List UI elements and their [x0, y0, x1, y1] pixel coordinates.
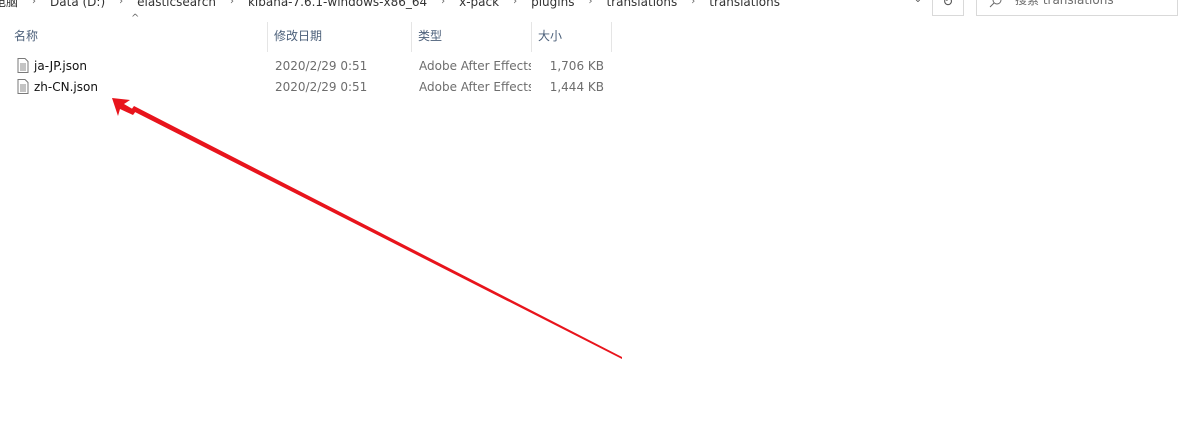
column-header-name[interactable]: 名称 [8, 22, 268, 52]
arrow-head [112, 98, 136, 116]
search-icon [989, 0, 1002, 8]
file-size: 1,444 KB [549, 80, 604, 94]
arrow-shaft [131, 106, 622, 359]
breadcrumb-separator-icon[interactable]: › [441, 0, 445, 7]
breadcrumb-separator-icon[interactable]: › [119, 0, 123, 7]
refresh-button[interactable]: ↻ [932, 0, 964, 16]
breadcrumb-separator-icon[interactable]: › [32, 0, 36, 7]
breadcrumb-item[interactable]: translations [606, 0, 677, 9]
breadcrumb-separator-icon[interactable]: › [588, 0, 592, 7]
file-explorer-window: 电脑 › Data (D:) › elasticsearch › kibana-… [0, 0, 1187, 430]
breadcrumb-separator-icon[interactable]: › [230, 0, 234, 7]
file-type: Adobe After Effects [419, 80, 531, 94]
file-size: 1,706 KB [549, 59, 604, 73]
breadcrumb-item[interactable]: translations [709, 0, 780, 9]
file-row[interactable]: ja-JP.json 2020/2/29 0:51 Adobe After Ef… [0, 56, 620, 77]
breadcrumb-item[interactable]: x-pack [459, 0, 499, 9]
breadcrumb-separator-icon[interactable]: › [513, 0, 517, 7]
breadcrumb: 电脑 › Data (D:) › elasticsearch › kibana-… [0, 0, 780, 10]
file-modified-date: 2020/2/29 0:51 [275, 59, 368, 73]
column-header-type[interactable]: 类型 [412, 22, 532, 52]
document-icon [17, 79, 29, 94]
column-header-row: ^ 名称 修改日期 类型 大小 [0, 13, 620, 52]
file-row[interactable]: zh-CN.json 2020/2/29 0:51 Adobe After Ef… [0, 77, 620, 98]
file-modified-date: 2020/2/29 0:51 [275, 80, 368, 94]
breadcrumb-item[interactable]: elasticsearch [137, 0, 216, 9]
file-list: ja-JP.json 2020/2/29 0:51 Adobe After Ef… [0, 56, 620, 98]
address-bar[interactable]: 电脑 › Data (D:) › elasticsearch › kibana-… [0, 0, 930, 16]
chevron-down-icon[interactable]: ⌄ [908, 0, 928, 10]
column-header-date[interactable]: 修改日期 [268, 22, 412, 52]
breadcrumb-separator-icon[interactable]: › [691, 0, 695, 7]
breadcrumb-item[interactable]: Data (D:) [50, 0, 105, 9]
column-header-size[interactable]: 大小 [532, 22, 612, 52]
file-name[interactable]: zh-CN.json [34, 80, 98, 94]
breadcrumb-item[interactable]: plugins [531, 0, 574, 9]
file-name[interactable]: ja-JP.json [34, 59, 87, 73]
search-box[interactable] [976, 0, 1178, 16]
file-type: Adobe After Effects [419, 59, 531, 73]
breadcrumb-item[interactable]: kibana-7.6.1-windows-x86_64 [248, 0, 427, 9]
breadcrumb-item[interactable]: 电脑 [0, 0, 18, 10]
search-input[interactable] [1015, 0, 1173, 9]
refresh-icon: ↻ [942, 0, 954, 10]
document-icon [17, 58, 29, 73]
